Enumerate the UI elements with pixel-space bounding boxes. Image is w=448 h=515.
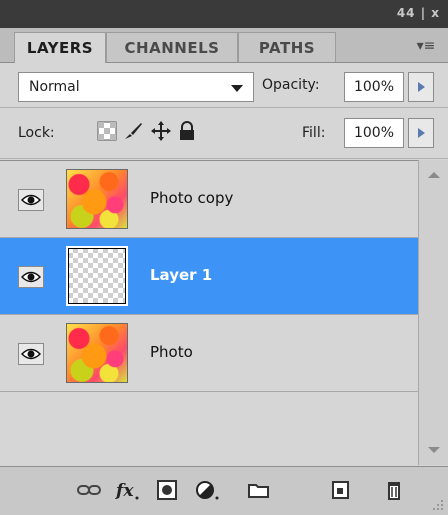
lock-all-icon[interactable] [176,120,198,142]
fill-input[interactable]: 100% [344,118,404,148]
fx-icon[interactable]: fx [114,479,140,501]
scroll-down-icon[interactable] [428,447,440,453]
visibility-toggle[interactable] [18,189,44,211]
chevron-down-icon [231,85,243,92]
panel-titlebar: 44 | x [0,0,448,29]
visibility-toggle[interactable] [18,343,44,365]
eye-icon [21,271,41,283]
layer-name[interactable]: Photo [150,343,193,361]
layer-name[interactable]: Photo copy [150,189,233,207]
visibility-toggle[interactable] [18,266,44,288]
lock-label: Lock: [18,125,55,141]
layers-list: Photo copy Layer 1 Photo [0,160,448,466]
tab-layers[interactable]: LAYERS [14,32,106,63]
panel-menu-icon[interactable]: ▾≡ [412,34,440,58]
layers-bottom-toolbar: fx [0,466,448,515]
panel-window-controls[interactable]: 44 | x [397,6,440,20]
blend-mode-dropdown[interactable]: Normal [18,72,254,102]
layer-thumbnail [66,169,128,229]
panel-tabs: LAYERS CHANNELS PATHS ▾≡ [0,28,448,63]
fill-label: Fill: [302,125,326,141]
opacity-slider-button[interactable] [408,72,434,102]
layer-row[interactable]: Layer 1 [0,238,418,315]
add-mask-icon[interactable] [154,479,180,501]
layers-scrollbar[interactable] [418,160,448,465]
eye-icon [21,194,41,206]
layer-name[interactable]: Layer 1 [150,266,212,284]
layer-thumbnail [66,323,128,383]
layer-row[interactable]: Photo copy [0,161,418,238]
delete-layer-icon[interactable] [382,479,408,501]
layer-row[interactable]: Photo [0,315,418,392]
layers-panel: 44 | x LAYERS CHANNELS PATHS ▾≡ Normal O… [0,0,448,515]
lock-image-pixels-icon[interactable] [122,120,144,142]
opacity-input[interactable]: 100% [344,72,404,102]
tab-paths[interactable]: PATHS [238,32,336,62]
blend-row: Normal Opacity: 100% [0,63,448,108]
lock-transparent-pixels-icon[interactable] [96,120,118,142]
opacity-label: Opacity: [262,77,320,93]
new-group-icon[interactable] [246,479,272,501]
eye-icon [21,348,41,360]
new-layer-icon[interactable] [328,479,354,501]
layer-thumbnail [66,246,128,306]
scroll-up-icon[interactable] [428,172,440,178]
link-layers-icon[interactable] [76,479,102,501]
adjustment-layer-icon[interactable] [194,479,220,501]
lock-position-icon[interactable] [150,120,172,142]
tab-channels[interactable]: CHANNELS [106,32,238,62]
svg-text:fx: fx [115,481,134,501]
resize-grip-icon[interactable] [430,497,444,511]
fill-slider-button[interactable] [408,118,434,148]
blend-mode-value: Normal [29,79,80,95]
